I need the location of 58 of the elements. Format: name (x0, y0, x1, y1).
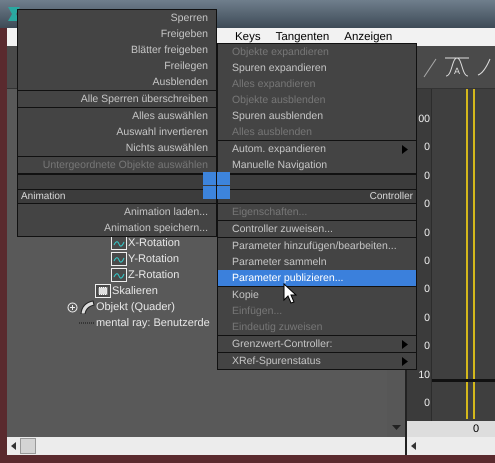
axis-label: 0 (424, 339, 430, 354)
axis-label: 0 (424, 396, 430, 411)
menu-bar-item[interactable]: Keys (234, 31, 262, 43)
axis-label: 0 (424, 168, 430, 184)
app-logo-icon (7, 6, 21, 22)
quad-header: Animation (18, 190, 216, 204)
menu-item[interactable]: Parameter publizieren... (218, 270, 416, 286)
axis-label: 0 (424, 254, 430, 269)
scroll-left-icon[interactable] (11, 442, 16, 450)
tree-item-label[interactable]: Skalieren (112, 285, 158, 297)
menu-item[interactable]: Animation laden... (18, 204, 216, 220)
menu-item[interactable]: XRef-Spurenstatus (218, 353, 416, 369)
menu-item[interactable]: Manuelle Navigation (218, 157, 416, 173)
menu-item[interactable]: Freigeben (18, 26, 216, 42)
scroll-thumb[interactable] (20, 438, 36, 454)
menu-item[interactable]: Parameter hinzufügen/bearbeiten... (218, 238, 416, 254)
menu-item[interactable]: Nichts auswählen (18, 140, 216, 156)
quad-center-icon (203, 172, 230, 199)
menu-bar-item[interactable]: Anzeigen (343, 31, 394, 43)
tree-item-label[interactable]: X-Rotation (128, 237, 180, 249)
menu-item[interactable]: Ausblenden (18, 74, 216, 90)
menu-item[interactable]: Alle Sperren überschreiben (18, 91, 216, 107)
time-label: 0 (473, 423, 480, 435)
menu-item[interactable]: Freilegen (18, 58, 216, 74)
menu-item[interactable]: Spuren ausblenden (218, 108, 416, 124)
menu-item[interactable]: Spuren expandieren (218, 60, 416, 76)
axis-label: 0 (424, 226, 430, 241)
axis-label: 00 (418, 112, 430, 127)
menu-item[interactable]: Blätter freigeben (18, 42, 216, 58)
menu-item[interactable]: Kopie (218, 287, 416, 303)
tangent-tool-label: A (454, 66, 460, 76)
axis-label: 10 (418, 368, 430, 383)
expand-icon[interactable] (67, 302, 78, 312)
mouse-pointer-icon (283, 283, 297, 305)
menu-item[interactable]: Grenzwert-Controller: (218, 336, 416, 352)
axis-label: 0 (424, 310, 430, 326)
tree-item-label[interactable]: Z-Rotation (128, 269, 180, 281)
curve-track-icon (111, 268, 127, 282)
menu-item[interactable]: Alles auswählen (18, 108, 216, 124)
axis-label: 0 (424, 282, 430, 298)
tree-item-label[interactable]: Objekt (Quader) (96, 301, 175, 313)
tree-item-label[interactable]: mental ray: Benutzerde (96, 317, 210, 329)
dotted-connector-icon (79, 322, 95, 324)
zero-line (432, 379, 495, 382)
scale-track-icon (95, 284, 111, 298)
menu-item[interactable]: Animation speichern... (18, 220, 216, 236)
menu-item[interactable]: Auswahl invertieren (18, 124, 216, 140)
menu-bar-item[interactable]: Tangenten (274, 31, 330, 43)
object-shape-icon (79, 300, 95, 314)
menu-item[interactable]: Autom. expandieren (218, 141, 416, 157)
menu-item[interactable]: Parameter sammeln (218, 254, 416, 270)
scroll-left-icon[interactable] (411, 442, 416, 450)
tree-item-label[interactable]: Y-Rotation (128, 253, 179, 265)
quad-header: Controller (218, 190, 416, 204)
axis-label: 0 (424, 197, 430, 212)
curve-track-icon (111, 252, 127, 266)
menu-item[interactable]: Controller zuweisen... (218, 221, 416, 237)
axis-label: 0 (424, 140, 430, 156)
